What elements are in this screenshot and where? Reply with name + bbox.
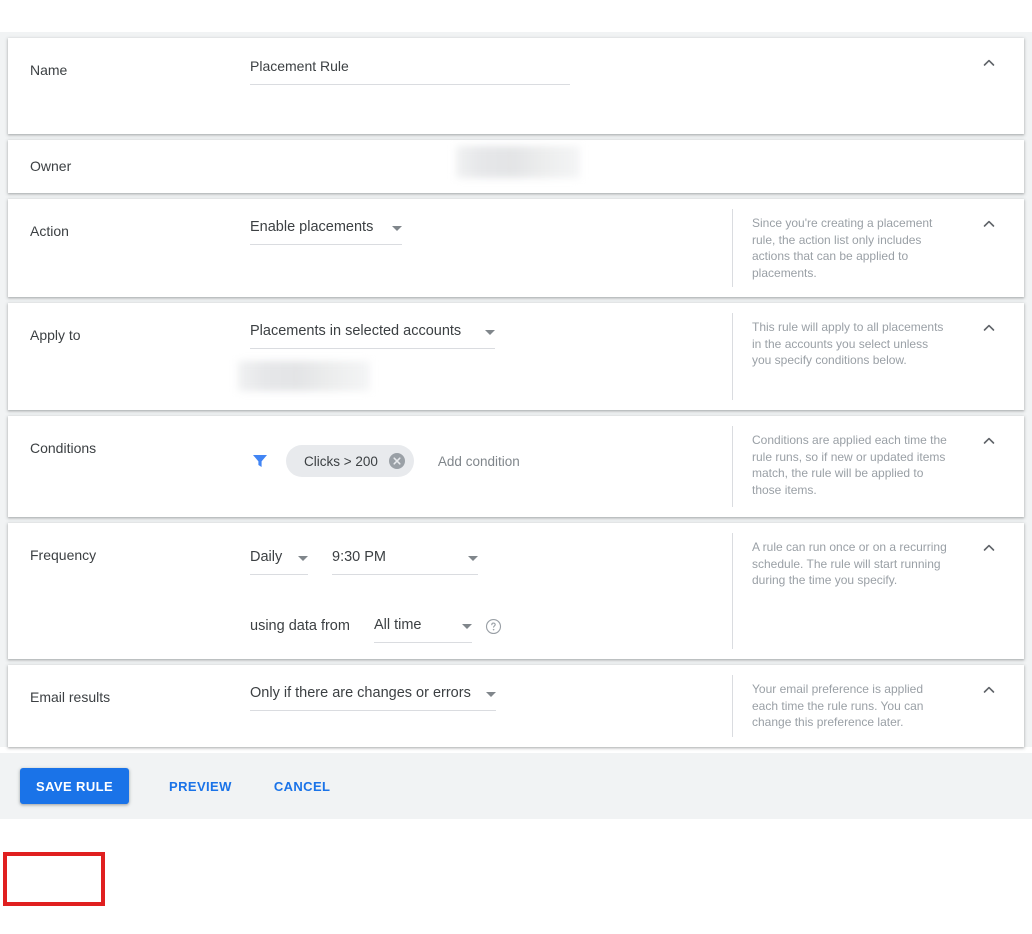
chevron-down-icon bbox=[392, 225, 402, 231]
collapse-chevron-conditions[interactable] bbox=[980, 432, 998, 450]
section-conditions: Conditions Clicks > 200 Add condition Co… bbox=[8, 416, 1024, 517]
chevron-down-icon bbox=[486, 691, 496, 697]
section-owner-label-col: Owner bbox=[8, 140, 228, 193]
frequency-time-select[interactable]: 9:30 PM bbox=[332, 547, 478, 575]
frequency-schedule-row: Daily 9:30 PM bbox=[250, 547, 732, 575]
chevron-down-icon bbox=[461, 623, 472, 629]
chevron-down-icon bbox=[485, 329, 495, 335]
collapse-chevron-apply-to[interactable] bbox=[980, 319, 998, 337]
apply-to-help-text: This rule will apply to all placements i… bbox=[752, 320, 944, 367]
section-name: Name bbox=[8, 38, 1024, 134]
section-email-content: Only if there are changes or errors bbox=[228, 665, 732, 747]
section-action-help-col: Since you're creating a placement rule, … bbox=[732, 199, 1024, 297]
section-label-action: Action bbox=[30, 223, 69, 239]
filter-icon bbox=[250, 451, 270, 471]
owner-value-redacted bbox=[456, 146, 580, 178]
section-name-content bbox=[228, 38, 732, 134]
section-apply-to: Apply to Placements in selected accounts… bbox=[8, 303, 1024, 410]
conditions-row: Clicks > 200 Add condition bbox=[250, 445, 732, 477]
chevron-down-icon bbox=[298, 555, 308, 561]
section-owner-content bbox=[228, 140, 732, 193]
help-circle-icon[interactable] bbox=[485, 618, 502, 635]
section-frequency: Frequency Daily 9:30 PM using data from bbox=[8, 523, 1024, 659]
section-label-frequency: Frequency bbox=[30, 547, 97, 563]
section-label-name: Name bbox=[30, 62, 68, 78]
section-action-content: Enable placements bbox=[228, 199, 732, 297]
section-conditions-content: Clicks > 200 Add condition bbox=[228, 416, 732, 517]
action-help-text: Since you're creating a placement rule, … bbox=[752, 216, 933, 280]
close-circle-icon[interactable] bbox=[388, 452, 406, 470]
condition-chip[interactable]: Clicks > 200 bbox=[286, 445, 414, 477]
save-rule-highlight-annotation bbox=[3, 852, 105, 906]
email-results-select[interactable]: Only if there are changes or errors bbox=[250, 683, 496, 711]
data-range-value: All time bbox=[373, 617, 422, 633]
section-action: Action Enable placements Since you're cr… bbox=[8, 199, 1024, 297]
collapse-chevron-email-results[interactable] bbox=[980, 681, 998, 699]
action-bar: SAVE RULE PREVIEW CANCEL bbox=[0, 753, 1032, 819]
action-select-value: Enable placements bbox=[250, 219, 374, 235]
chevron-down-icon bbox=[468, 555, 478, 561]
section-label-owner: Owner bbox=[30, 158, 72, 174]
top-spacer bbox=[0, 0, 1032, 32]
help-divider bbox=[732, 675, 733, 737]
cancel-button[interactable]: CANCEL bbox=[264, 768, 341, 804]
section-name-label-col: Name bbox=[8, 38, 228, 134]
section-frequency-label-col: Frequency bbox=[8, 523, 228, 659]
rule-sections-container: Name Owner Action bbox=[0, 32, 1032, 747]
section-label-conditions: Conditions bbox=[30, 440, 97, 456]
section-name-help-col bbox=[732, 38, 1024, 134]
collapse-chevron-name[interactable] bbox=[980, 54, 998, 72]
section-frequency-help-col: A rule can run once or on a recurring sc… bbox=[732, 523, 1024, 659]
selected-account-redacted bbox=[238, 361, 370, 391]
preview-button[interactable]: PREVIEW bbox=[159, 768, 242, 804]
section-owner-help-col bbox=[732, 140, 1024, 193]
using-data-from-label: using data from bbox=[250, 618, 350, 634]
collapse-chevron-frequency[interactable] bbox=[980, 539, 998, 557]
section-conditions-help-col: Conditions are applied each time the rul… bbox=[732, 416, 1024, 517]
frequency-interval-select[interactable]: Daily bbox=[250, 547, 308, 575]
rule-name-input[interactable] bbox=[250, 56, 570, 85]
section-email-results: Email results Only if there are changes … bbox=[8, 665, 1024, 747]
help-divider bbox=[732, 533, 733, 649]
help-divider bbox=[732, 426, 733, 507]
conditions-help-text: Conditions are applied each time the rul… bbox=[752, 433, 947, 497]
section-email-label-col: Email results bbox=[8, 665, 228, 747]
collapse-chevron-action[interactable] bbox=[980, 215, 998, 233]
action-select[interactable]: Enable placements bbox=[250, 217, 402, 245]
section-apply-label-col: Apply to bbox=[8, 303, 228, 410]
apply-to-select-value: Placements in selected accounts bbox=[250, 323, 462, 339]
help-divider bbox=[732, 209, 733, 287]
apply-to-select[interactable]: Placements in selected accounts bbox=[250, 321, 495, 349]
bottom-spacer bbox=[0, 819, 1032, 847]
email-results-value: Only if there are changes or errors bbox=[250, 685, 471, 701]
section-label-email-results: Email results bbox=[30, 689, 111, 705]
rule-editor-page: Name Owner Action bbox=[0, 0, 1032, 934]
section-frequency-content: Daily 9:30 PM using data from All time bbox=[228, 523, 732, 659]
frequency-help-text: A rule can run once or on a recurring sc… bbox=[752, 540, 947, 587]
help-divider bbox=[732, 313, 733, 400]
section-apply-content: Placements in selected accounts bbox=[228, 303, 732, 410]
condition-chip-label: Clicks > 200 bbox=[304, 453, 378, 469]
add-condition-button[interactable]: Add condition bbox=[438, 454, 520, 469]
frequency-data-range-row: using data from All time bbox=[250, 615, 732, 643]
data-range-select[interactable]: All time bbox=[373, 615, 472, 643]
section-conditions-label-col: Conditions bbox=[8, 416, 228, 517]
frequency-time-value: 9:30 PM bbox=[332, 549, 386, 565]
section-label-apply-to: Apply to bbox=[30, 327, 81, 343]
save-rule-button[interactable]: SAVE RULE bbox=[20, 768, 130, 804]
section-action-label-col: Action bbox=[8, 199, 228, 297]
email-results-help-text: Your email preference is applied each ti… bbox=[752, 682, 924, 729]
section-apply-help-col: This rule will apply to all placements i… bbox=[732, 303, 1024, 410]
frequency-interval-value: Daily bbox=[250, 549, 283, 565]
section-owner: Owner bbox=[8, 140, 1024, 193]
section-email-help-col: Your email preference is applied each ti… bbox=[732, 665, 1024, 747]
